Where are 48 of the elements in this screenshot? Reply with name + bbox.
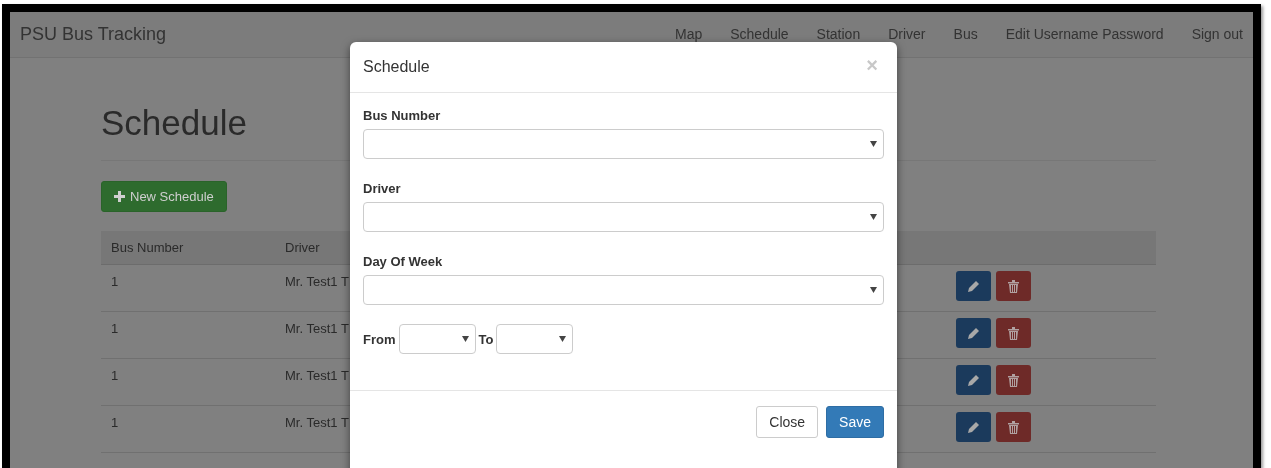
delete-button[interactable] <box>996 365 1031 395</box>
select-field[interactable] <box>363 129 884 159</box>
edit-button[interactable] <box>956 318 991 348</box>
nav-link[interactable]: Edit Username Password <box>991 25 1178 42</box>
select-field[interactable] <box>363 275 884 305</box>
pencil-icon <box>967 420 980 434</box>
table-cell: 1 <box>101 264 275 312</box>
edit-button[interactable] <box>956 412 991 442</box>
caret-icon <box>461 336 469 342</box>
delete-button[interactable] <box>996 412 1031 442</box>
caret-icon <box>559 336 567 342</box>
field-label: To <box>478 331 494 347</box>
trash-icon <box>1008 420 1019 434</box>
close-button[interactable]: Close <box>756 406 819 438</box>
modal-title: Schedule <box>363 58 430 76</box>
edit-button[interactable] <box>956 365 991 395</box>
pencil-icon <box>967 279 980 293</box>
caret-icon <box>870 141 877 147</box>
nav-link[interactable]: Sign out <box>1177 25 1243 42</box>
save-button[interactable]: Save <box>826 406 884 438</box>
trash-icon <box>1008 279 1019 293</box>
new-schedule-button[interactable]: New Schedule <box>101 181 227 212</box>
plus-icon <box>114 191 125 202</box>
field-label: Bus Number <box>363 108 442 123</box>
delete-button[interactable] <box>996 318 1031 348</box>
edit-button[interactable] <box>956 271 991 301</box>
table-cell: 1 <box>101 405 275 453</box>
nav-link[interactable]: Driver <box>874 25 940 42</box>
field-label: Driver <box>363 181 402 196</box>
trash-icon <box>1008 326 1019 340</box>
pencil-icon <box>967 326 980 340</box>
table-cell: 1 <box>101 358 275 406</box>
field-label: From <box>363 331 396 347</box>
delete-button[interactable] <box>996 271 1031 301</box>
nav-link[interactable]: Schedule <box>716 25 803 42</box>
pencil-icon <box>967 373 980 387</box>
nav-link[interactable]: Station <box>802 25 875 42</box>
trash-icon <box>1008 373 1019 387</box>
caret-icon <box>870 287 877 293</box>
column-header: Bus Number <box>101 231 275 265</box>
select-field[interactable] <box>363 202 884 232</box>
brand-link[interactable]: PSU Bus Tracking <box>20 24 167 45</box>
select-field[interactable] <box>496 324 574 354</box>
table-cell: 1 <box>101 311 275 359</box>
caret-icon <box>870 214 877 220</box>
nav-link[interactable]: Bus <box>939 25 992 42</box>
nav-link[interactable]: Map <box>661 25 717 42</box>
select-field[interactable] <box>398 324 476 354</box>
